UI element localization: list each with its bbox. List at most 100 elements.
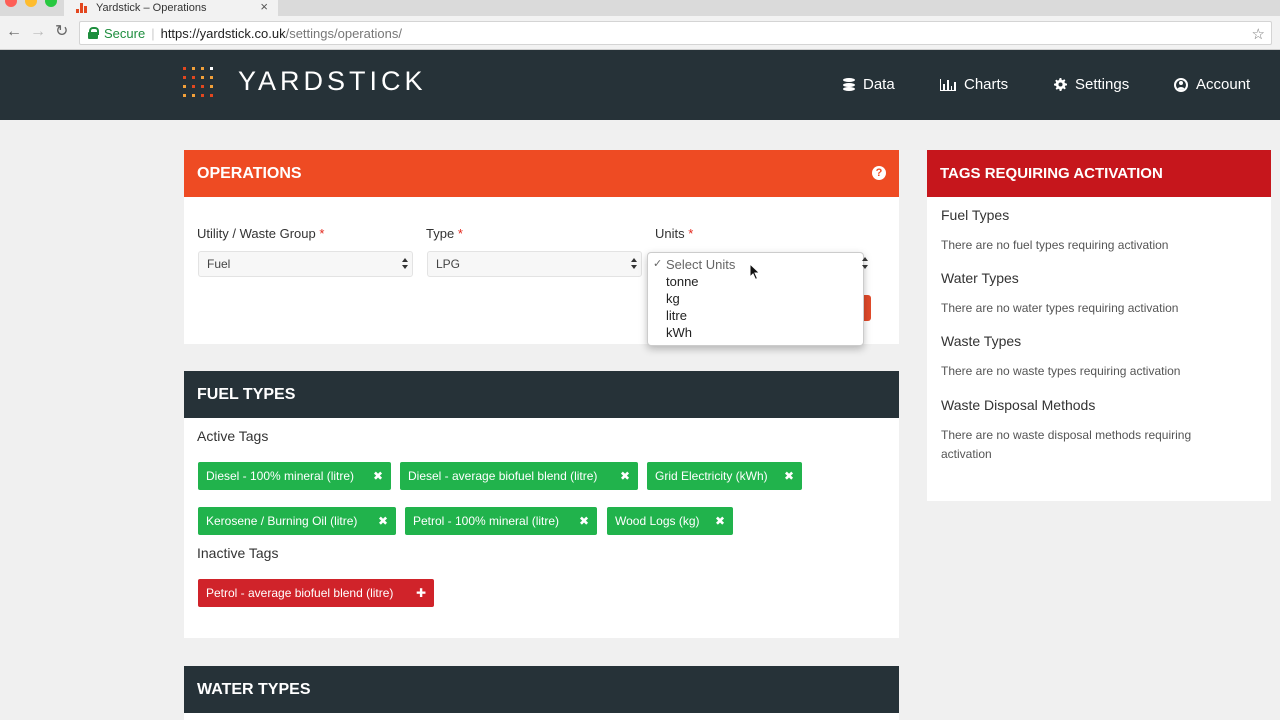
logo-dot: [210, 75, 213, 79]
active-tag: Grid Electricity (kWh) ✖: [647, 462, 802, 490]
activation-panel: TAGS REQUIRING ACTIVATION Fuel Types The…: [927, 150, 1271, 501]
nav-account[interactable]: Account: [1174, 76, 1250, 93]
window-zoom-button[interactable]: [45, 0, 57, 7]
nav-charts[interactable]: Charts: [940, 76, 1008, 93]
yardstick-logo[interactable]: YARDSTICK: [183, 66, 427, 97]
nav-settings-label: Settings: [1075, 76, 1130, 93]
nav-charts-label: Charts: [964, 76, 1009, 93]
activation-section-text: There are no waste disposal methods requ…: [941, 428, 1192, 461]
browser-tab[interactable]: Yardstick – Operations ×: [64, 0, 278, 16]
logo-dots-icon: [183, 66, 220, 97]
units-label: Units *: [655, 226, 693, 241]
activation-section-title: Water Types: [941, 270, 1019, 286]
units-option-label: tonne: [666, 274, 699, 289]
inactive-tag: Petrol - average biofuel blend (litre) ✚: [198, 579, 434, 607]
logo-dot: [183, 84, 186, 88]
required-mark: *: [319, 226, 325, 241]
group-select[interactable]: Fuel: [198, 251, 413, 277]
activation-section-text: There are no fuel types requiring activa…: [941, 238, 1169, 252]
fuel-types-header: FUEL TYPES: [184, 371, 899, 418]
type-label: Type *: [426, 226, 463, 241]
activation-section-text: There are no water types requiring activ…: [941, 301, 1179, 315]
select-arrows-icon: [862, 257, 868, 271]
tag-label: Wood Logs (kg): [615, 514, 700, 528]
back-icon[interactable]: ←: [6, 24, 22, 40]
tag-label: Diesel - 100% mineral (litre): [206, 469, 355, 483]
active-tag: Petrol - 100% mineral (litre) ✖: [405, 507, 597, 535]
bar-chart-icon: [940, 78, 956, 91]
group-select-value: Fuel: [207, 257, 231, 271]
remove-icon[interactable]: ✖: [373, 469, 383, 483]
logo-dot: [201, 93, 204, 97]
window-close-button[interactable]: [5, 0, 17, 7]
activation-section-title: Waste Types: [941, 333, 1022, 349]
user-icon: [1174, 77, 1188, 92]
active-tag: Kerosene / Burning Oil (litre) ✖: [198, 507, 396, 535]
forward-icon[interactable]: →: [30, 24, 46, 40]
inactive-tags-label: Inactive Tags: [197, 545, 279, 561]
bookmark-star-icon[interactable]: ☆: [1252, 25, 1265, 43]
operations-header: OPERATIONS ?: [184, 150, 899, 197]
units-option-label: Select Units: [666, 257, 736, 272]
tag-label: Diesel - average biofuel blend (litre): [408, 469, 598, 483]
fuel-types-title: FUEL TYPES: [197, 385, 296, 403]
units-label-text: Units: [655, 226, 685, 241]
select-arrows-icon: [631, 258, 637, 270]
nav-data[interactable]: Data: [843, 76, 895, 93]
browser-tab-bar: Yardstick – Operations ×: [0, 0, 1280, 16]
remove-icon[interactable]: ✖: [784, 469, 794, 483]
type-label-text: Type: [426, 226, 455, 241]
activation-header: TAGS REQUIRING ACTIVATION: [927, 150, 1271, 197]
remove-icon[interactable]: ✖: [378, 514, 388, 528]
group-label-text: Utility / Waste Group: [197, 226, 316, 241]
nav-data-label: Data: [863, 76, 895, 93]
url-host: https://yardstick.co.uk: [160, 25, 286, 41]
active-tags-label: Active Tags: [197, 428, 269, 444]
units-option-label: kWh: [666, 325, 692, 340]
logo-dot: [210, 84, 213, 88]
activation-section-title: Waste Disposal Methods: [941, 397, 1096, 413]
logo-dot: [210, 93, 213, 97]
active-tag: Wood Logs (kg) ✖: [607, 507, 733, 535]
browser-toolbar: ← → ↻ Secure | https://yardstick.co.uk/s…: [0, 16, 1280, 50]
remove-icon[interactable]: ✖: [715, 514, 725, 528]
nav-settings[interactable]: Settings: [1054, 76, 1129, 93]
remove-icon[interactable]: ✖: [579, 514, 589, 528]
required-mark: *: [688, 226, 694, 241]
remove-icon[interactable]: ✖: [620, 469, 630, 483]
logo-dot: [201, 75, 204, 79]
units-option[interactable]: kg: [648, 290, 863, 307]
url-path: /settings/operations/: [285, 25, 402, 41]
type-select-value: LPG: [436, 257, 461, 271]
address-separator: |: [151, 25, 155, 41]
secure-label: Secure: [104, 25, 146, 41]
nav-account-label: Account: [1196, 76, 1251, 93]
logo-dot: [183, 66, 186, 70]
lock-icon: [88, 27, 99, 39]
tab-close-icon[interactable]: ×: [260, 0, 268, 14]
tag-label: Petrol - 100% mineral (litre): [413, 514, 560, 528]
help-icon[interactable]: ?: [872, 166, 886, 180]
logo-dot: [183, 93, 186, 97]
database-icon: [843, 78, 855, 91]
tag-label: Grid Electricity (kWh): [655, 469, 768, 483]
water-types-header: WATER TYPES: [184, 666, 899, 713]
app-header: YARDSTICK Data Charts Settings Account: [0, 50, 1280, 120]
type-select[interactable]: LPG: [427, 251, 642, 277]
units-option[interactable]: litre: [648, 307, 863, 324]
add-icon[interactable]: ✚: [416, 586, 426, 600]
reload-icon[interactable]: ↻: [55, 24, 68, 40]
units-option-label: litre: [666, 308, 687, 323]
address-bar[interactable]: Secure | https://yardstick.co.uk/setting…: [79, 21, 1272, 45]
logo-dot: [183, 75, 186, 79]
group-label: Utility / Waste Group *: [197, 226, 324, 241]
browser-menu-icon[interactable]: ⋮: [1276, 10, 1280, 27]
logo-dot: [210, 66, 213, 70]
tab-title: Yardstick – Operations: [96, 2, 207, 14]
active-tag: Diesel - 100% mineral (litre) ✖: [198, 462, 391, 490]
units-option[interactable]: kWh: [648, 324, 863, 341]
logo-dot: [201, 84, 204, 88]
active-tag: Diesel - average biofuel blend (litre) ✖: [400, 462, 638, 490]
logo-dot: [192, 75, 195, 79]
window-minimize-button[interactable]: [25, 0, 37, 7]
